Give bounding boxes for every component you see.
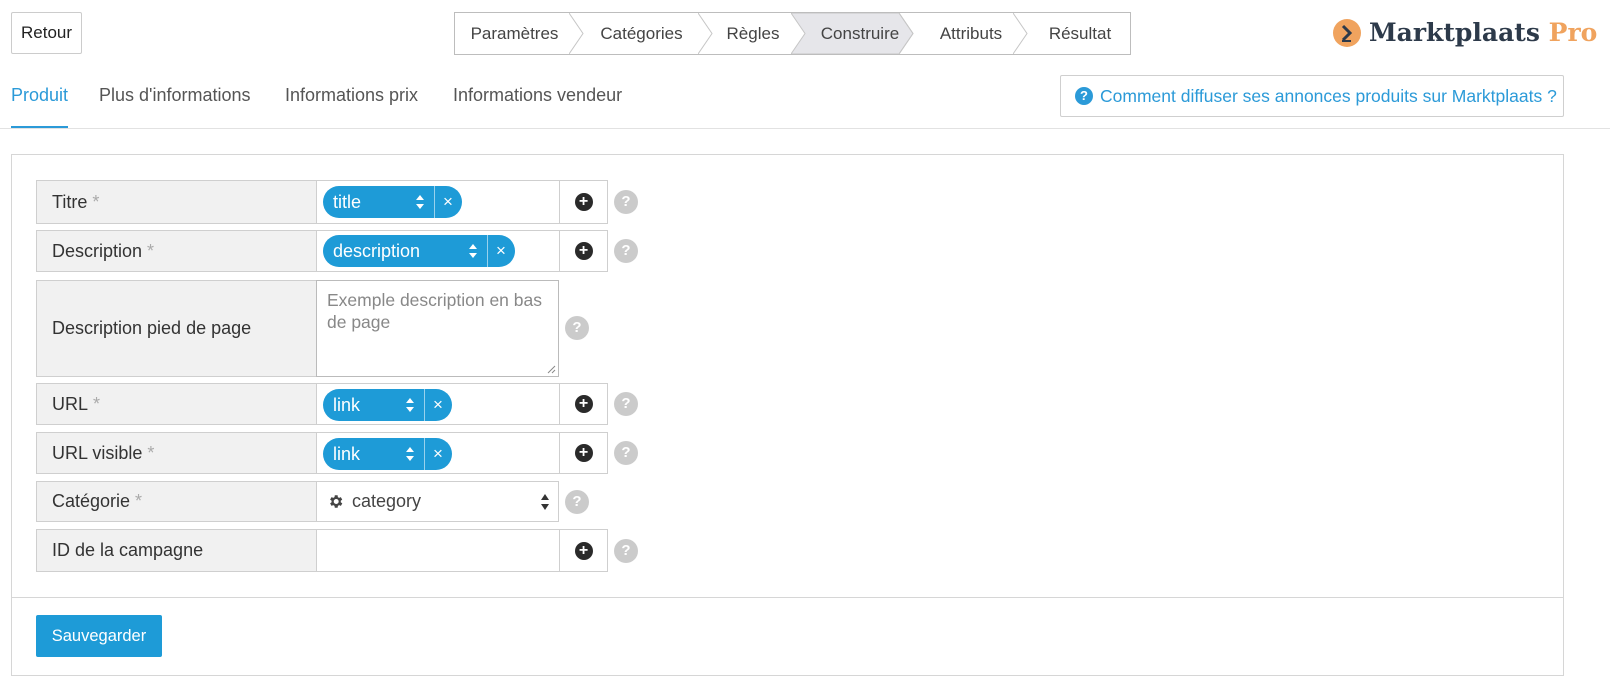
field-input-description[interactable]: description × [316,230,560,272]
sort-arrows-icon [469,244,477,258]
help-icon[interactable]: ? [614,239,638,263]
field-label: Catégorie * [36,481,317,522]
field-input-url-visible[interactable]: link × [316,432,560,474]
field-input-url[interactable]: link × [316,383,560,425]
plus-circle-icon: + [574,242,593,260]
field-label: URL visible * [36,432,317,474]
add-field-button[interactable]: + [559,432,608,474]
remove-chip-icon[interactable]: × [436,186,460,218]
plus-circle-icon: + [574,444,593,462]
remove-chip-icon[interactable]: × [426,438,450,470]
step-parametres[interactable]: Paramètres [455,13,574,54]
help-icon[interactable]: ? [565,316,589,340]
field-label: Description * [36,230,317,272]
field-row-titre: Titre * title × + ? [36,180,638,224]
tab-produit[interactable]: Produit [11,76,69,128]
campaign-id-input[interactable] [316,529,560,572]
add-field-button[interactable]: + [559,180,608,224]
step-regles[interactable]: Règles [708,13,798,54]
add-field-button[interactable]: + [559,529,608,572]
wizard-stepper: Paramètres Catégories Règles Construire … [454,12,1131,55]
field-input-titre[interactable]: title × [316,180,560,224]
sort-arrows-icon [406,447,414,461]
tab-informations-vendeur[interactable]: Informations vendeur [453,76,622,128]
field-row-url-visible: URL visible * link × + ? [36,432,638,474]
add-field-button[interactable]: + [559,230,608,272]
mapping-chip[interactable]: link × [323,438,452,470]
field-label: Description pied de page [36,280,317,377]
help-icon[interactable]: ? [614,441,638,465]
step-categories[interactable]: Catégories [579,13,704,54]
question-circle-icon: ? [1075,86,1093,105]
step-separator [899,13,914,54]
back-button[interactable]: Retour [11,12,82,54]
sort-arrows-icon [406,398,414,412]
logo-badge-icon [1333,19,1361,47]
plus-circle-icon: + [574,193,593,211]
field-label: ID de la campagne [36,529,317,572]
help-icon[interactable]: ? [614,190,638,214]
footer-description-textarea[interactable]: Exemple description en bas de page [316,280,559,377]
help-link[interactable]: ? Comment diffuser ses annonces produits … [1060,75,1564,117]
mapping-chip[interactable]: description × [323,235,515,267]
step-attributs[interactable]: Attributs [921,13,1021,54]
gear-icon [330,495,343,508]
field-row-categorie: Catégorie * category ? [36,481,636,522]
select-arrows-icon [541,494,549,510]
logo-text: Marktplaats Pro [1369,18,1598,47]
sort-arrows-icon [416,195,424,209]
step-resultat[interactable]: Résultat [1029,13,1130,54]
remove-chip-icon[interactable]: × [489,235,513,267]
tab-informations-prix[interactable]: Informations prix [285,76,418,128]
panel-divider [12,597,1563,598]
field-row-id-campagne: ID de la campagne + ? [36,529,638,572]
remove-chip-icon[interactable]: × [426,389,450,421]
field-row-description-pied-de-page: Description pied de page Exemple descrip… [36,280,636,377]
tabs-divider [0,128,1610,129]
field-row-url: URL * link × + ? [36,383,638,425]
step-separator [1013,13,1028,54]
field-row-description: Description * description × + ? [36,230,638,272]
form-panel: Titre * title × + ? Description * descript… [11,154,1564,676]
help-icon[interactable]: ? [565,490,589,514]
field-label: URL * [36,383,317,425]
tab-plus-informations[interactable]: Plus d'informations [99,76,251,128]
mapping-chip[interactable]: title × [323,186,462,218]
field-label: Titre * [36,180,317,224]
step-construire[interactable]: Construire [807,13,913,54]
help-icon[interactable]: ? [614,392,638,416]
plus-circle-icon: + [574,395,593,413]
plus-circle-icon: + [574,541,593,560]
help-icon[interactable]: ? [614,539,638,563]
mapping-chip[interactable]: link × [323,389,452,421]
resize-handle-icon[interactable] [547,365,556,374]
category-select[interactable]: category [316,481,559,522]
add-field-button[interactable]: + [559,383,608,425]
save-button[interactable]: Sauvegarder [36,615,162,657]
